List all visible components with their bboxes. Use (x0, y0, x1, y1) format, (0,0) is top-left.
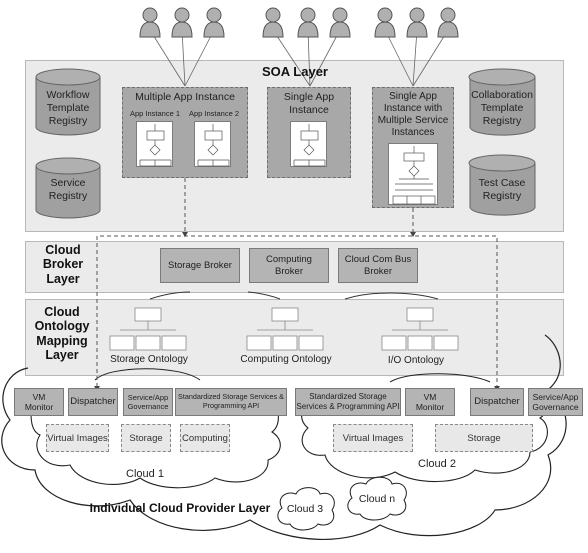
single-app-multi-service-box: Single App Instance with Multiple Servic… (372, 87, 454, 208)
ontology-child-node (407, 335, 433, 351)
ontology-child-node (298, 335, 324, 351)
ontology-child-node (381, 335, 407, 351)
cloud1-computing: Computing (180, 424, 230, 452)
ontology-root-node (406, 307, 434, 322)
user-icon (202, 6, 226, 38)
ontology-child-node (135, 335, 161, 351)
user-icon (138, 6, 162, 38)
ontology-child-node (161, 335, 187, 351)
computing-ontology-label: Computing Ontology (240, 354, 332, 365)
ontology-child-node (272, 335, 298, 351)
cloud2-storage: Storage (435, 424, 533, 452)
flowchart-graphic (293, 124, 326, 167)
cloud2-virtual-images: Virtual Images (333, 424, 413, 452)
cloud2-dispatcher: Dispatcher (470, 388, 524, 416)
app-instance-1-label: App Instance 1 (129, 109, 181, 118)
user-icon (328, 6, 352, 38)
ontology-child-node (109, 335, 135, 351)
computing-broker: Computing Broker (249, 248, 329, 283)
test-case-registry-label: Test Case Registry (478, 177, 526, 203)
storage-ontology-label: Storage Ontology (110, 354, 188, 365)
cloud1-dispatcher: Dispatcher (68, 388, 118, 416)
cloud1-label: Cloud 1 (126, 468, 164, 480)
user-icon (261, 6, 285, 38)
multiple-app-instance-box: Multiple App Instance App Instance 1 App… (122, 87, 248, 178)
cloud2-vm-monitor: VM Monitor (405, 388, 455, 416)
workflow-registry-label: Workflow Template Registry (46, 89, 90, 128)
multi-service-flowchart-graphic (392, 146, 436, 205)
cloud1-virtual-images: Virtual Images (46, 424, 109, 452)
user-icon (170, 6, 194, 38)
storage-broker: Storage Broker (160, 248, 240, 283)
multiple-app-instance-title: Multiple App Instance (135, 91, 235, 103)
cloud-ontology-layer-title: Cloud Ontology Mapping Layer (34, 305, 90, 363)
single-app-multi-service-title: Single App Instance with Multiple Servic… (377, 91, 449, 138)
cloud3-label: Cloud 3 (286, 503, 324, 515)
cloud2-service-app-governance: Service/App Governance (528, 388, 583, 416)
cloudn-label: Cloud n (358, 493, 396, 505)
single-app-instance-title: Single App Instance (283, 91, 335, 116)
cloud1-service-app-governance: Service/App Governance (123, 388, 173, 416)
ontology-child-node (433, 335, 459, 351)
service-registry-label: Service Registry (48, 177, 88, 203)
ontology-root-node (134, 307, 162, 322)
user-icon (405, 6, 429, 38)
user-icon (296, 6, 320, 38)
flowchart-graphic (139, 124, 172, 167)
single-app-instance-box: Single App Instance (267, 87, 351, 178)
user-icon (436, 6, 460, 38)
cloud-com-bus-broker: Cloud Com Bus Broker (338, 248, 418, 283)
cloud1-storage: Storage (121, 424, 171, 452)
app-instance-2-label: App Instance 2 (188, 109, 240, 118)
single-app-flowchart (290, 121, 327, 167)
user-icon (373, 6, 397, 38)
individual-cloud-provider-layer-title: Individual Cloud Provider Layer (89, 501, 271, 515)
cloud-broker-layer-title: Cloud Broker Layer (42, 243, 84, 286)
flowchart-graphic (197, 124, 230, 167)
multi-service-flowchart (388, 143, 438, 205)
cloud2-standardized-storage-api: Standardized Storage Services & Programm… (295, 388, 401, 416)
soa-layer-title: SOA Layer (262, 64, 328, 79)
ontology-child-node (246, 335, 272, 351)
cloud2-label: Cloud 2 (418, 458, 456, 470)
collaboration-registry-label: Collaboration Template Registry (471, 89, 533, 128)
app-instance-2-flowchart (194, 121, 231, 167)
cloud1-vm-monitor: VM Monitor (14, 388, 64, 416)
io-ontology-label: I/O Ontology (387, 355, 445, 366)
cloud1-standardized-storage-api: Standardized Storage Services & Programm… (175, 388, 287, 416)
app-instance-1-flowchart (136, 121, 173, 167)
ontology-root-node (271, 307, 299, 322)
